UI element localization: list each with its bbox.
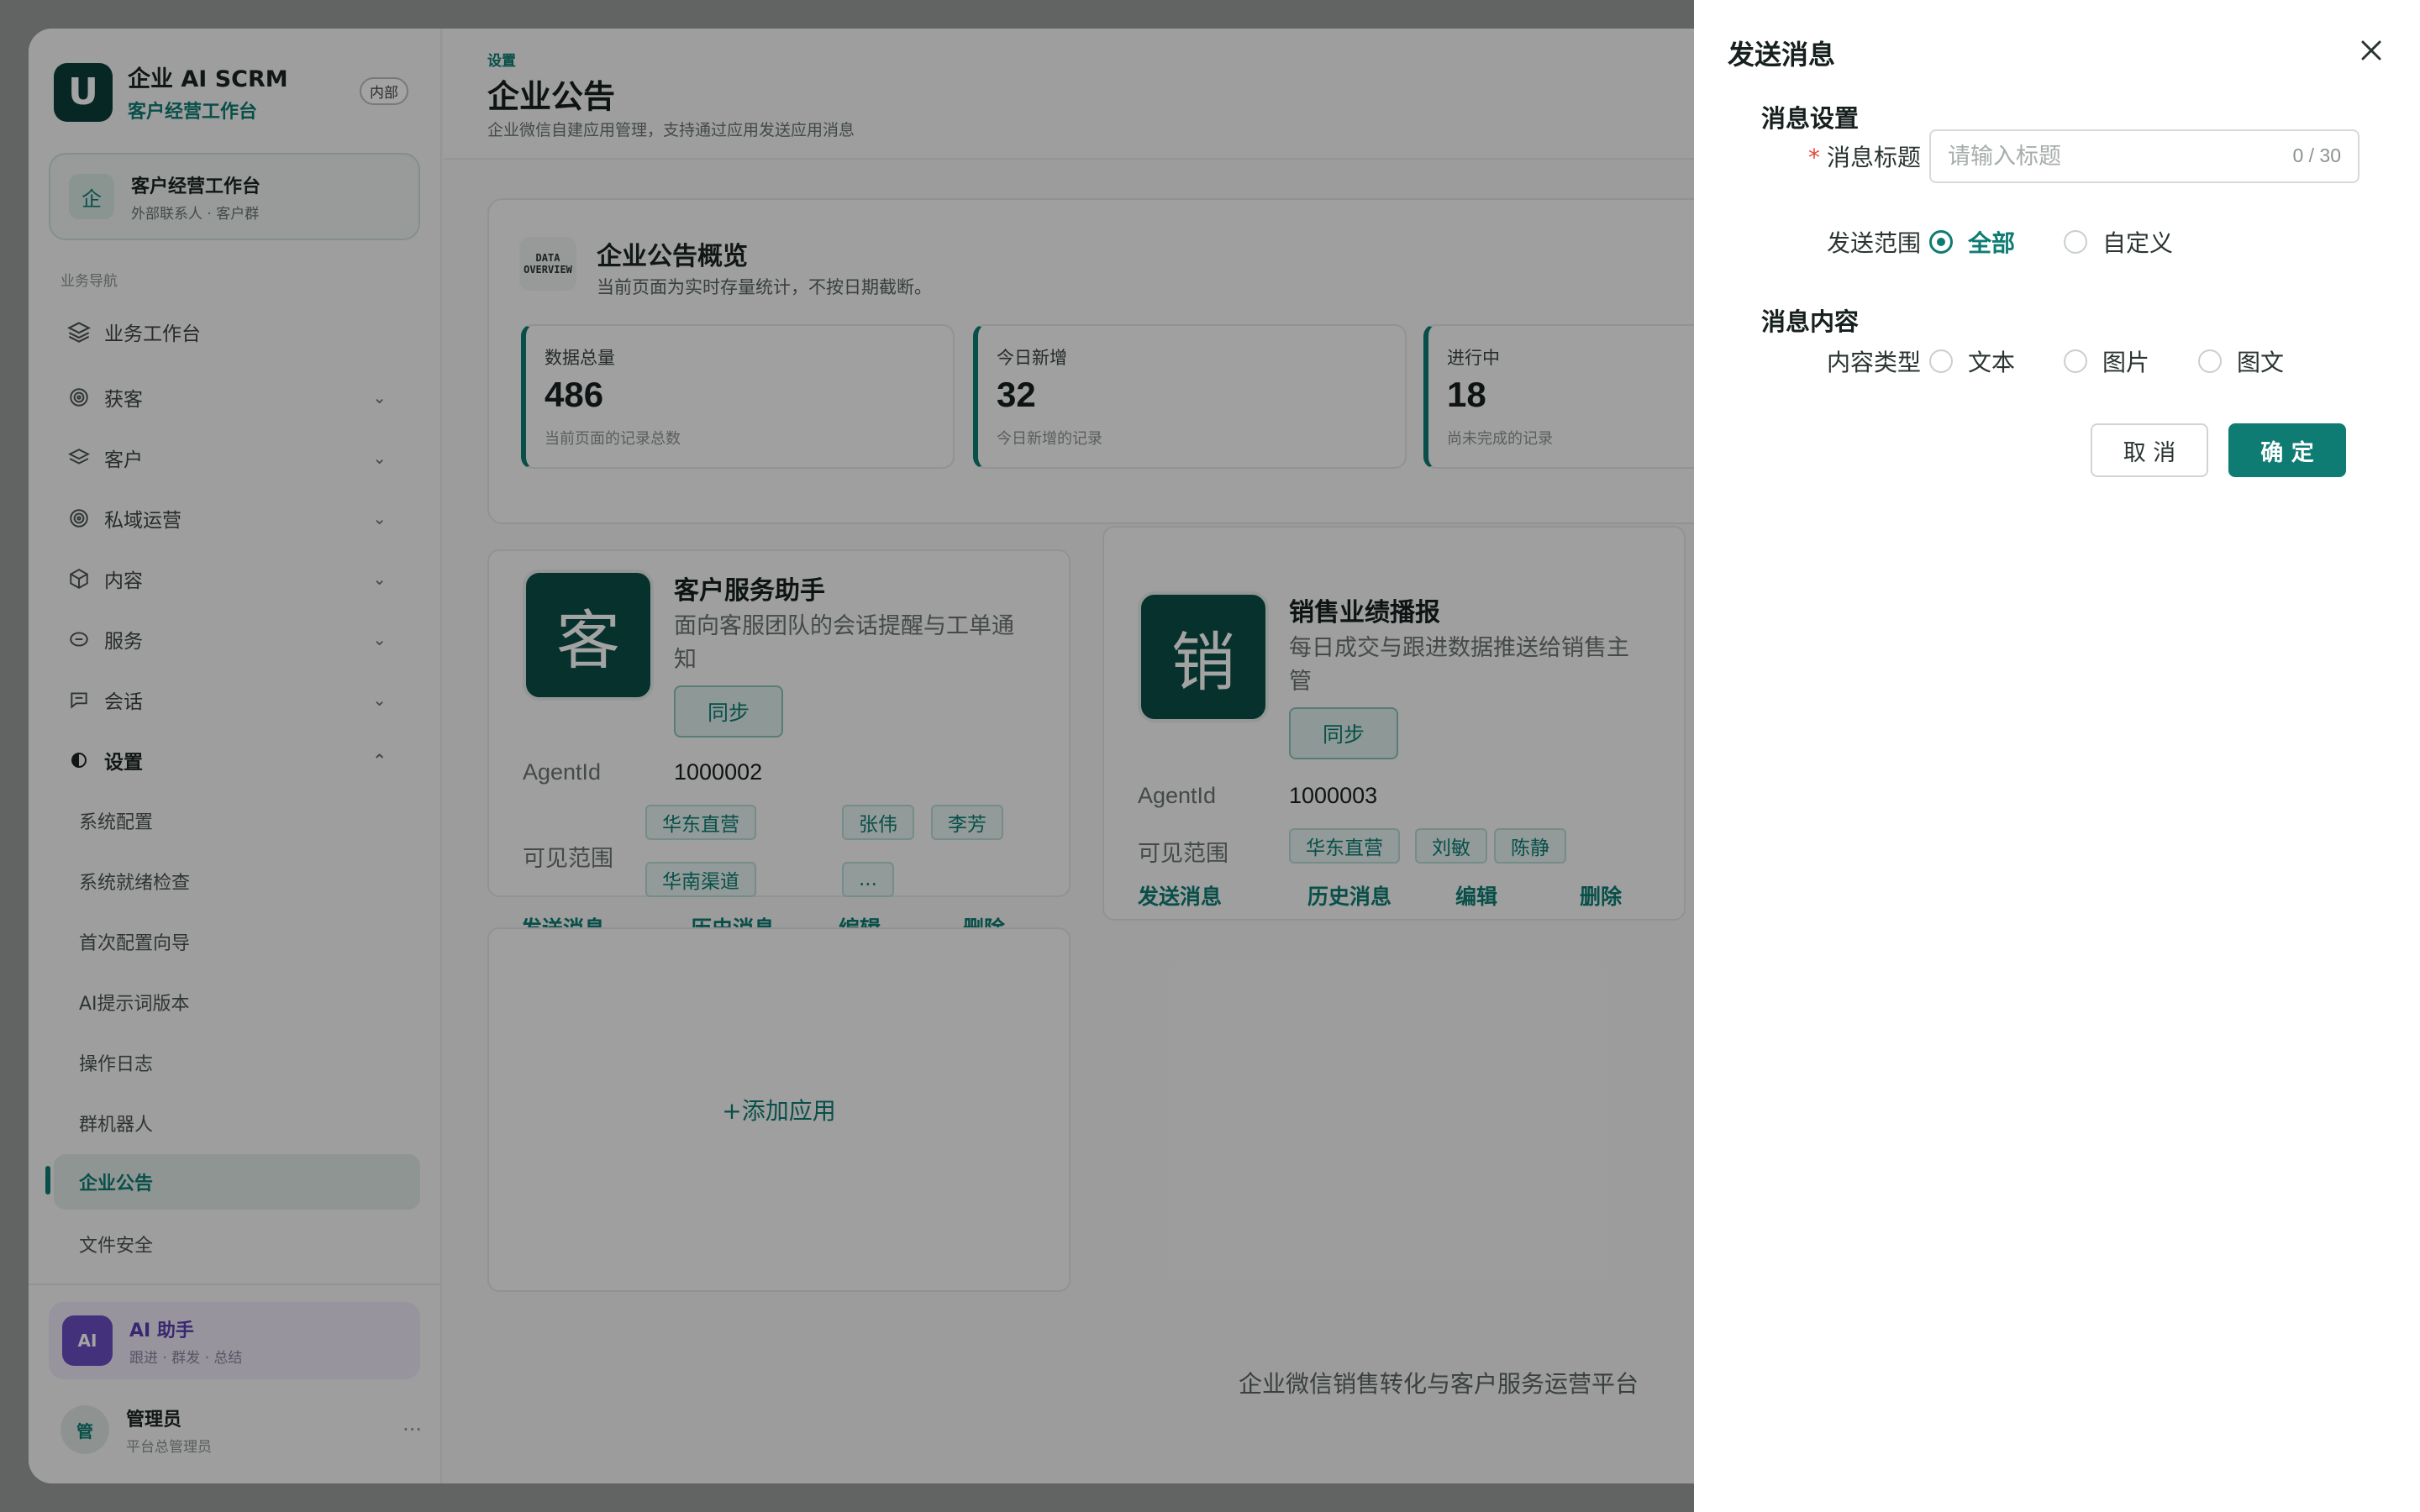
section-message-settings: 消息设置 <box>1761 104 1860 133</box>
drawer-title: 发送消息 <box>1728 39 1836 71</box>
radio-checked-icon <box>1929 230 1953 254</box>
radio-label: 图片 <box>2102 349 2150 376</box>
message-title-input[interactable] <box>1948 131 2267 181</box>
message-title-field[interactable]: 0 / 30 <box>1929 129 2360 183</box>
content-type-label: 内容类型 <box>1826 349 1921 376</box>
radio-unchecked-icon <box>2064 230 2087 254</box>
radio-unchecked-icon <box>2198 349 2222 373</box>
cancel-button[interactable]: 取 消 <box>2091 423 2208 477</box>
radio-label: 图文 <box>2237 349 2285 376</box>
confirm-button[interactable]: 确 定 <box>2228 423 2346 477</box>
scope-radio-custom[interactable]: 自定义 <box>2064 225 2173 259</box>
message-title-label: * 消息标题 <box>1795 139 1921 173</box>
required-mark: * <box>1807 144 1820 171</box>
send-scope-label: 发送范围 <box>1826 229 1921 257</box>
radio-label: 自定义 <box>2102 229 2174 257</box>
close-icon[interactable] <box>2353 32 2390 69</box>
type-radio-image[interactable]: 图片 <box>2064 344 2149 378</box>
char-counter: 0 / 30 <box>2292 144 2341 166</box>
scope-radio-all[interactable]: 全部 <box>1929 225 2015 259</box>
message-title-label-text: 消息标题 <box>1826 144 1921 171</box>
send-message-drawer: 发送消息 消息设置 *消息标题 0 / 30 发送范围 全部 自定义 消息内容 … <box>1694 0 2420 1512</box>
radio-unchecked-icon <box>2064 349 2087 373</box>
radio-unchecked-icon <box>1929 349 1953 373</box>
radio-label: 全部 <box>1968 229 2016 257</box>
type-radio-image-text[interactable]: 图文 <box>2198 344 2284 378</box>
type-radio-text[interactable]: 文本 <box>1929 344 2015 378</box>
radio-label: 文本 <box>1968 349 2016 376</box>
section-message-content: 消息内容 <box>1761 307 1860 336</box>
